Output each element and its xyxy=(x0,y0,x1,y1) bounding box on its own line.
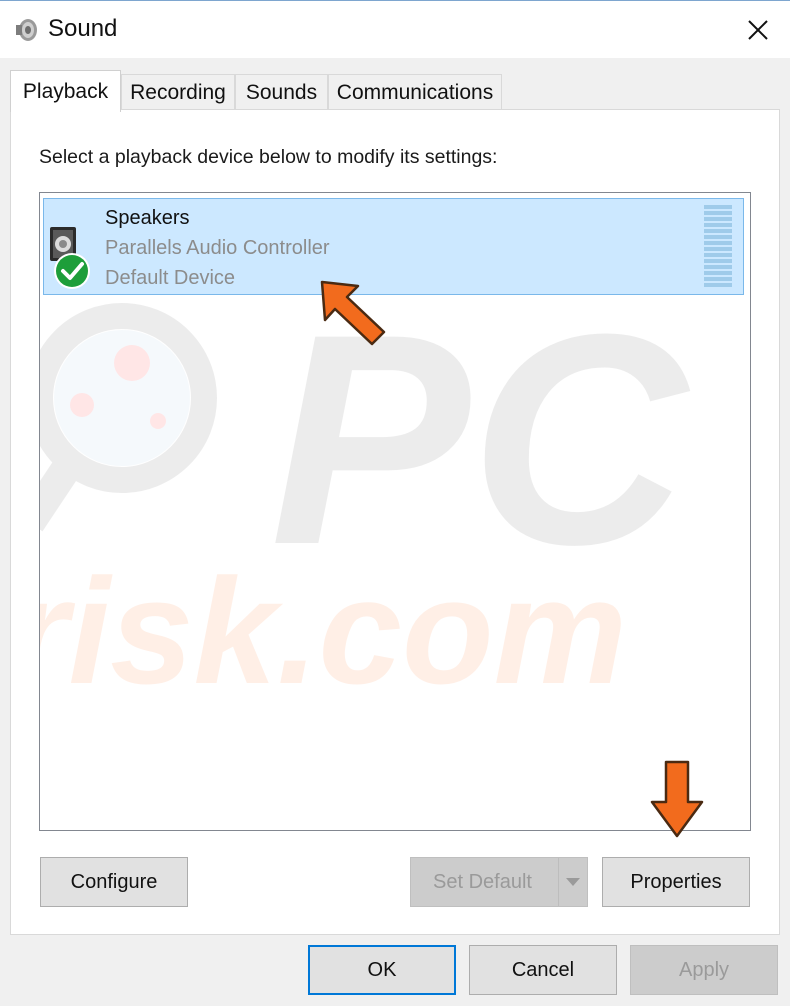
set-default-dropdown[interactable] xyxy=(558,858,587,906)
instruction-text: Select a playback device below to modify… xyxy=(39,146,498,168)
volume-level-meter xyxy=(704,205,732,287)
close-icon xyxy=(748,20,768,40)
tab-playback[interactable]: Playback xyxy=(10,70,121,112)
device-name: Speakers xyxy=(105,207,190,229)
set-default-button[interactable]: Set Default xyxy=(410,857,588,907)
speaker-icon xyxy=(16,19,37,41)
playback-panel: Select a playback device below to modify… xyxy=(10,109,780,935)
watermark-text-top: PC xyxy=(270,271,690,607)
chevron-down-icon xyxy=(566,878,580,886)
close-button[interactable] xyxy=(732,7,784,53)
device-status: Default Device xyxy=(105,267,236,289)
properties-button[interactable]: Properties xyxy=(602,857,750,907)
set-default-label: Set Default xyxy=(433,870,532,893)
cancel-button[interactable]: Cancel xyxy=(469,945,617,995)
speaker-device-icon xyxy=(50,227,90,289)
apply-button[interactable]: Apply xyxy=(630,945,778,995)
ok-button[interactable]: OK xyxy=(308,945,456,995)
tab-communications[interactable]: Communications xyxy=(328,74,502,110)
configure-button[interactable]: Configure xyxy=(40,857,188,907)
device-item-speakers[interactable]: Speakers Parallels Audio Controller Defa… xyxy=(43,198,744,295)
watermark-text-bottom: risk.com xyxy=(40,547,627,715)
device-list[interactable]: PC risk.com Speakers Parallels Audio Con… xyxy=(39,192,751,831)
window-title: Sound xyxy=(48,15,118,42)
tab-sounds[interactable]: Sounds xyxy=(235,74,328,110)
checkmark-icon xyxy=(56,255,88,287)
device-controller: Parallels Audio Controller xyxy=(105,237,330,259)
title-bar: Sound xyxy=(0,0,790,58)
tab-recording[interactable]: Recording xyxy=(121,74,235,110)
